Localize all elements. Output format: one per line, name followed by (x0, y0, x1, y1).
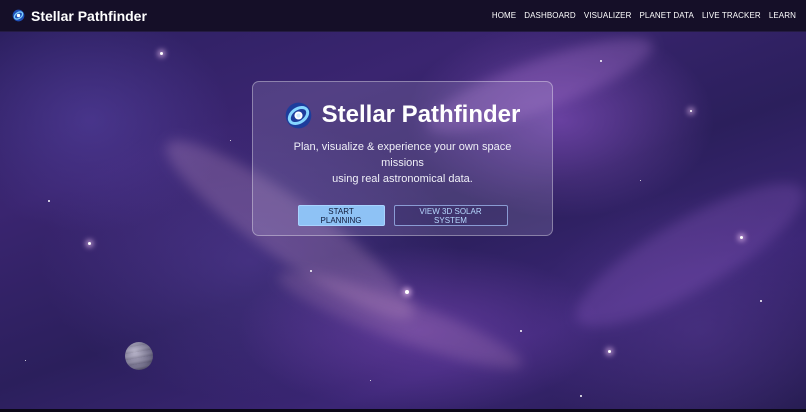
star (520, 330, 522, 332)
star (370, 380, 371, 381)
nebula-streak (559, 159, 806, 351)
star (88, 242, 91, 245)
nav-link-learn[interactable]: LEARN (769, 11, 796, 20)
brand[interactable]: Stellar Pathfinder (12, 8, 147, 24)
galaxy-icon (285, 102, 311, 128)
nav-link-visualizer[interactable]: VISUALIZER (584, 11, 632, 20)
hero-card: Stellar Pathfinder Plan, visualize & exp… (252, 81, 553, 236)
planet-image (125, 342, 153, 370)
star (25, 360, 26, 361)
star (740, 236, 743, 239)
start-planning-button[interactable]: START PLANNING (297, 205, 385, 226)
star (600, 60, 602, 62)
star (405, 290, 409, 294)
brand-name: Stellar Pathfinder (31, 7, 147, 24)
nebula-streak (270, 256, 530, 384)
nav-link-live-tracker[interactable]: LIVE TRACKER (702, 11, 761, 20)
hero-title-row: Stellar Pathfinder (285, 101, 521, 129)
top-navbar: Stellar Pathfinder HOME DASHBOARD VISUAL… (0, 0, 806, 32)
star (690, 110, 692, 112)
star (640, 180, 641, 181)
star (608, 350, 611, 353)
hero-title: Stellar Pathfinder (321, 101, 521, 128)
nav-link-dashboard[interactable]: DASHBOARD (524, 11, 576, 20)
hero-buttons: START PLANNING VIEW 3D SOLAR SYSTEM (297, 205, 508, 226)
galaxy-icon (12, 9, 25, 22)
star (760, 300, 762, 302)
star (48, 200, 50, 202)
view-3d-solar-system-button[interactable]: VIEW 3D SOLAR SYSTEM (393, 205, 508, 226)
hero-subtitle-line-2: using real astronomical data. (332, 173, 473, 185)
nav-links: HOME DASHBOARD VISUALIZER PLANET DATA LI… (492, 11, 796, 20)
hero-subtitle: Plan, visualize & experience your own sp… (273, 139, 533, 187)
star (160, 52, 163, 55)
hero-subtitle-line-1: Plan, visualize & experience your own sp… (293, 141, 512, 169)
star (230, 140, 231, 141)
star (310, 270, 312, 272)
nav-link-planet-data[interactable]: PLANET DATA (640, 11, 694, 20)
nav-link-home[interactable]: HOME (492, 11, 516, 20)
star (580, 395, 582, 397)
